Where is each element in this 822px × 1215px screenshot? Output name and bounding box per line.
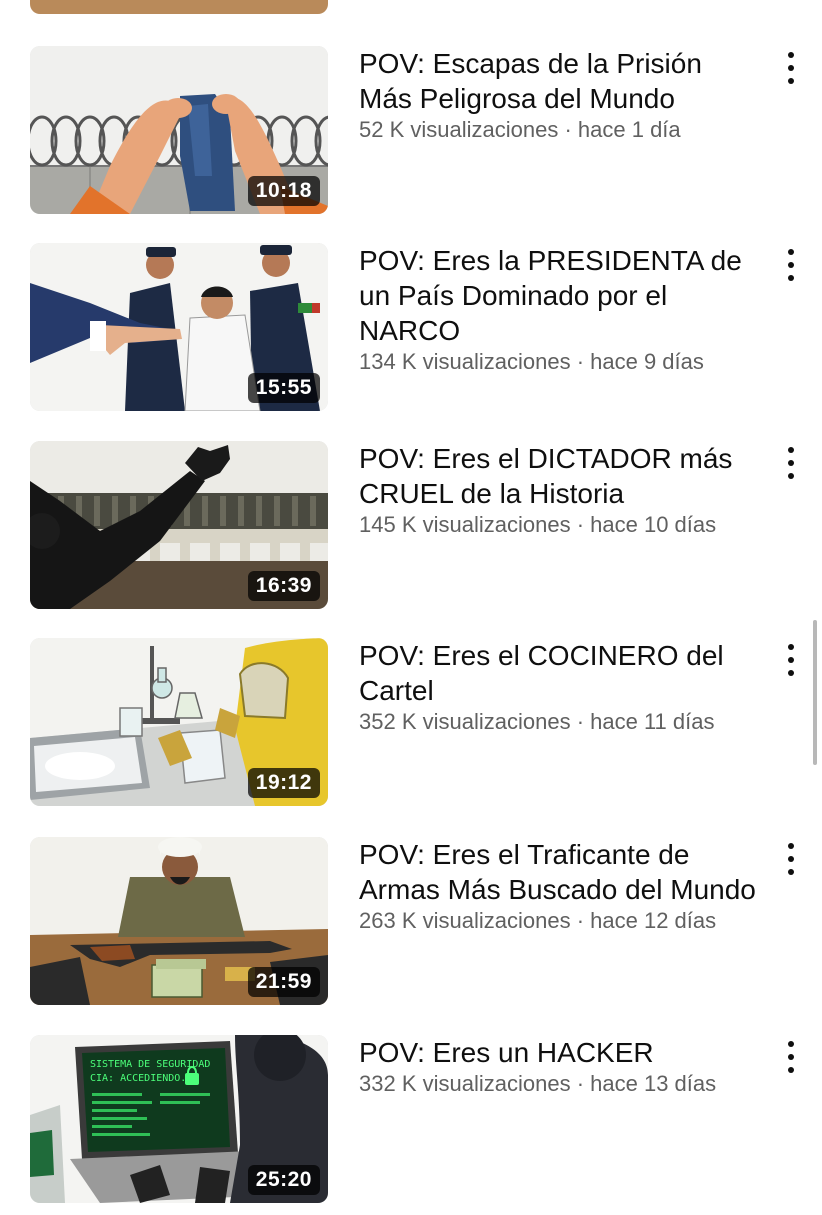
video-list: 10:18 POV: Escapas de la Prisión Más Pel… [0,0,822,1203]
video-thumbnail[interactable]: 10:18 [30,46,328,214]
video-thumbnail[interactable]: 16:39 [30,441,328,609]
video-duration: 15:55 [247,373,320,403]
video-duration: 25:20 [247,1165,320,1195]
video-thumbnail[interactable]: SISTEMA DE SEGURIDAD CIA: ACCEDIENDO... [30,1035,328,1203]
video-thumbnail[interactable]: 21:59 [30,837,328,1005]
video-thumbnail[interactable]: 15:55 [30,243,328,411]
video-age: hace 12 días [590,908,717,933]
video-duration: 19:12 [247,768,320,798]
video-meta: 134 K visualizaciones · hace 9 días [359,348,759,376]
video-views: 332 K visualizaciones [359,1071,571,1096]
video-duration: 21:59 [247,967,320,997]
video-meta: 352 K visualizaciones · hace 11 días [359,708,759,736]
video-age: hace 10 días [590,512,717,537]
video-info[interactable]: POV: Eres el COCINERO del Cartel 352 K v… [359,638,759,736]
video-thumbnail[interactable]: 19:12 [30,638,328,806]
more-options-icon[interactable] [776,247,808,283]
video-views: 352 K visualizaciones [359,709,571,734]
video-age: hace 11 días [590,709,715,734]
more-options-icon[interactable] [776,642,808,678]
video-item-1[interactable]: 10:18 POV: Escapas de la Prisión Más Pel… [0,46,822,226]
video-views: 145 K visualizaciones [359,512,571,537]
video-meta: 145 K visualizaciones · hace 10 días [359,511,759,539]
video-views: 52 K visualizaciones [359,117,559,142]
meta-separator: · [570,349,591,374]
more-options-icon[interactable] [776,445,808,481]
meta-separator: · [570,512,591,537]
video-age: hace 9 días [590,349,704,374]
hacker-screen-line-1: SISTEMA DE SEGURIDAD [90,1059,210,1070]
video-duration: 16:39 [247,571,320,601]
more-options-icon[interactable] [776,1039,808,1075]
video-age: hace 13 días [590,1071,717,1096]
video-title[interactable]: POV: Eres el Traficante de Armas Más Bus… [359,837,759,907]
video-title[interactable]: POV: Eres el COCINERO del Cartel [359,638,759,708]
video-item-4[interactable]: 19:12 POV: Eres el COCINERO del Cartel 3… [0,638,822,818]
video-duration: 10:18 [247,176,320,206]
video-views: 134 K visualizaciones [359,349,571,374]
scrollbar[interactable] [813,620,817,765]
previous-video-thumbnail-edge[interactable] [30,0,328,14]
video-title[interactable]: POV: Eres un HACKER [359,1035,759,1070]
more-options-icon[interactable] [776,841,808,877]
video-age: hace 1 día [577,117,681,142]
video-meta: 52 K visualizaciones · hace 1 día [359,116,759,144]
video-meta: 263 K visualizaciones · hace 12 días [359,907,759,935]
video-title[interactable]: POV: Eres la PRESIDENTA de un País Domin… [359,243,759,348]
video-item-6[interactable]: SISTEMA DE SEGURIDAD CIA: ACCEDIENDO... [0,1035,822,1215]
video-title[interactable]: POV: Eres el DICTADOR más CRUEL de la Hi… [359,441,759,511]
meta-separator: · [570,709,591,734]
more-options-icon[interactable] [776,50,808,86]
meta-separator: · [558,117,578,142]
hacker-screen-line-2: CIA: ACCEDIENDO... [90,1073,198,1084]
video-info[interactable]: POV: Eres el DICTADOR más CRUEL de la Hi… [359,441,759,539]
video-info[interactable]: POV: Eres un HACKER 332 K visualizacione… [359,1035,759,1098]
video-item-3[interactable]: 16:39 POV: Eres el DICTADOR más CRUEL de… [0,441,822,621]
video-item-5[interactable]: 21:59 POV: Eres el Traficante de Armas M… [0,837,822,1017]
meta-separator: · [570,908,591,933]
video-info[interactable]: POV: Eres la PRESIDENTA de un País Domin… [359,243,759,376]
video-info[interactable]: POV: Eres el Traficante de Armas Más Bus… [359,837,759,935]
video-item-2[interactable]: 15:55 POV: Eres la PRESIDENTA de un País… [0,243,822,423]
meta-separator: · [570,1071,591,1096]
video-info[interactable]: POV: Escapas de la Prisión Más Peligrosa… [359,46,759,144]
video-views: 263 K visualizaciones [359,908,571,933]
video-title[interactable]: POV: Escapas de la Prisión Más Peligrosa… [359,46,759,116]
video-meta: 332 K visualizaciones · hace 13 días [359,1070,759,1098]
